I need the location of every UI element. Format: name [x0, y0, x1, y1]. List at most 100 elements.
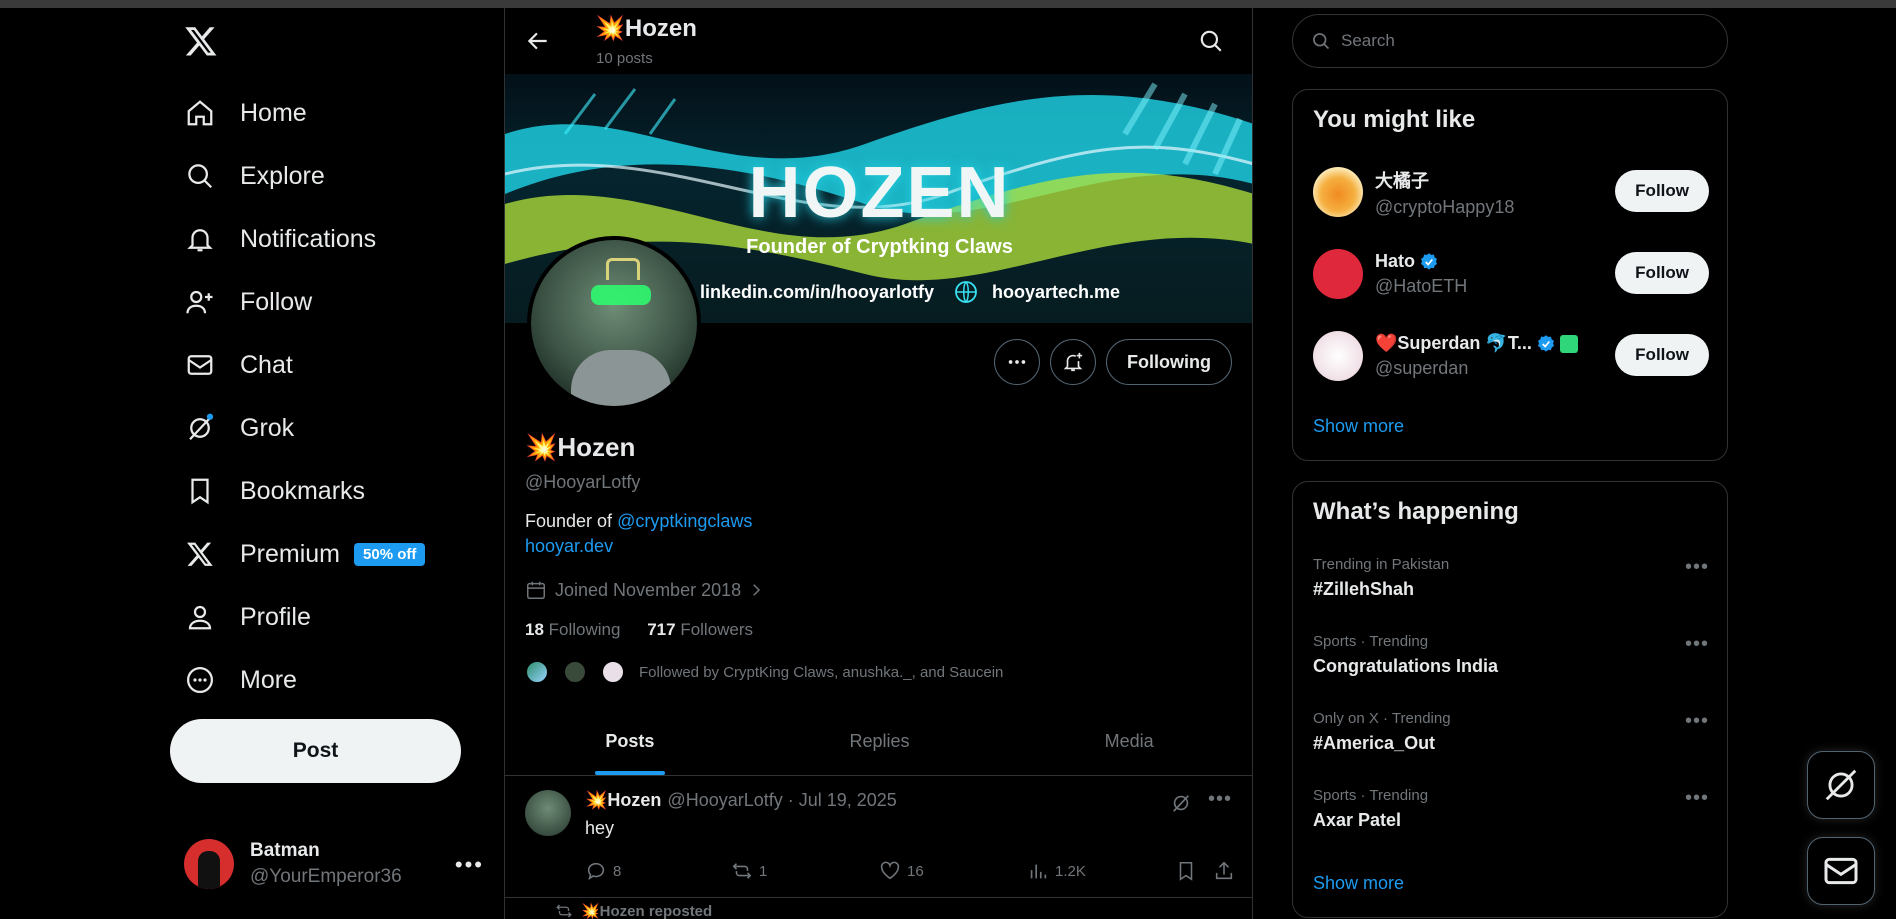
repost-indicator: 💥Hozen reposted [555, 902, 712, 919]
profile-website-link[interactable]: hooyar.dev [525, 536, 613, 557]
trend-item[interactable]: Sports · Trending Axar Patel ••• [1313, 787, 1709, 847]
nav-more[interactable]: More [184, 654, 297, 706]
notify-button[interactable] [1050, 339, 1097, 385]
follow-button[interactable]: Follow [1615, 170, 1709, 212]
tab-media[interactable]: Media [1004, 708, 1252, 775]
nav-notifications-label: Notifications [240, 224, 377, 253]
tweet-author-name[interactable]: 💥Hozen [585, 790, 661, 811]
followers-count-link[interactable]: 717 Followers [647, 620, 753, 639]
nav-notifications[interactable]: Notifications [184, 213, 376, 265]
search-icon [184, 160, 216, 192]
verified-badge-icon [1537, 334, 1554, 352]
search-input[interactable] [1341, 31, 1701, 51]
repost-icon [732, 863, 752, 879]
banner-linkedin-text: linkedin.com/in/hooyarlotfy [700, 281, 935, 302]
more-dots-icon[interactable]: ••• [1685, 633, 1709, 656]
bookmark-button[interactable] [1175, 860, 1197, 882]
profile-avatar[interactable] [527, 236, 701, 410]
nav-bookmarks[interactable]: Bookmarks [184, 465, 365, 517]
account-switcher[interactable]: Batman @YourEmperor36 ••• [184, 836, 484, 892]
following-count-link[interactable]: 18 Following [525, 620, 620, 639]
whats-happening-card: What’s happening Trending in Pakistan #Z… [1292, 481, 1728, 918]
grok-floating-button[interactable] [1807, 751, 1875, 819]
search-bar[interactable] [1292, 14, 1728, 68]
tweet-meta: @HooyarLotfy · Jul 19, 2025 [667, 790, 897, 810]
x-logo-icon[interactable] [184, 24, 220, 60]
avatar [563, 660, 587, 684]
followers-label: Followers [680, 620, 754, 639]
following-button[interactable]: Following [1106, 339, 1232, 385]
followed-by[interactable]: Followed by CryptKing Claws, anushka._, … [525, 660, 1003, 684]
globe-icon [954, 280, 978, 304]
nav-grok[interactable]: Grok [184, 402, 294, 454]
bio-mention-link[interactable]: @cryptkingclaws [617, 511, 752, 531]
nav-more-label: More [240, 665, 297, 694]
tab-posts[interactable]: Posts [505, 708, 755, 775]
following-label: Following [548, 620, 621, 639]
reply-icon [587, 862, 605, 881]
suggested-user[interactable]: ❤️Superdan 🐬T... @superdan Follow [1313, 328, 1709, 384]
search-icon[interactable] [1198, 28, 1224, 54]
follow-button[interactable]: Follow [1615, 334, 1709, 376]
trend-context: Sports · Trending [1313, 787, 1429, 804]
suggested-user-handle: @cryptoHappy18 [1375, 196, 1515, 217]
grok-icon[interactable] [1170, 792, 1192, 819]
like-button[interactable]: 16 [879, 860, 924, 882]
follow-stats: 18 Following 717 Followers [525, 620, 753, 640]
more-dots-icon[interactable]: ••• [1685, 787, 1709, 810]
bell-icon [184, 223, 216, 255]
nav-follow-label: Follow [240, 287, 313, 316]
view-count: 1.2K [1055, 862, 1086, 880]
repost-button[interactable]: 1 [731, 860, 767, 882]
more-options-button[interactable] [994, 339, 1041, 385]
suggested-user[interactable]: Hato @HatoETH Follow [1313, 246, 1709, 302]
trend-item[interactable]: Only on X · Trending #America_Out ••• [1313, 710, 1709, 770]
bookmark-icon [184, 475, 216, 507]
joined-date[interactable]: Joined November 2018 [525, 579, 765, 601]
followed-by-text: Followed by CryptKing Claws, anushka._, … [639, 663, 1004, 681]
nav-chat[interactable]: Chat [184, 339, 293, 391]
trend-item[interactable]: Trending in Pakistan #ZillehShah ••• [1313, 556, 1709, 616]
trend-name: Congratulations India [1313, 656, 1499, 676]
profile-column: 💥Hozen 10 posts HOZEN Founder of Cryptki… [504, 8, 1253, 919]
more-dots-icon[interactable]: ••• [1685, 710, 1709, 733]
person-icon [184, 601, 216, 633]
reply-count: 8 [613, 862, 622, 880]
nav-profile[interactable]: Profile [184, 591, 311, 643]
reply-button[interactable]: 8 [585, 860, 621, 882]
trend-item[interactable]: Sports · Trending Congratulations India … [1313, 633, 1709, 693]
post-button[interactable]: Post [170, 719, 461, 783]
nav-follow[interactable]: Follow [184, 276, 312, 328]
verified-badge-icon [1421, 252, 1437, 270]
nav-premium[interactable]: Premium 50% off [184, 528, 426, 580]
profile-actions: Following [994, 339, 1232, 385]
back-arrow-icon[interactable] [525, 28, 551, 54]
profile-name: 💥Hozen [525, 432, 636, 462]
avatar[interactable] [525, 790, 571, 836]
avatar [184, 839, 234, 889]
more-dots-icon [1008, 360, 1026, 364]
repost-indicator-text[interactable]: 💥Hozen reposted [581, 902, 712, 919]
share-button[interactable] [1213, 860, 1235, 882]
show-more-link[interactable]: Show more [1313, 873, 1404, 894]
repost-count: 1 [759, 862, 768, 880]
follow-button[interactable]: Follow [1615, 252, 1709, 294]
trend-context: Sports · Trending [1313, 633, 1429, 650]
show-more-link[interactable]: Show more [1313, 416, 1404, 437]
nav-explore[interactable]: Explore [184, 150, 325, 202]
page-title: 💥Hozen [595, 15, 697, 42]
suggested-user-name-text: ❤️Superdan 🐬T... [1375, 333, 1532, 353]
more-dots-icon[interactable]: ••• [455, 852, 484, 878]
messages-floating-button[interactable] [1807, 837, 1875, 905]
views-button[interactable]: 1.2K [1027, 860, 1086, 882]
tweet[interactable]: 💥Hozen @HooyarLotfy · Jul 19, 2025 ••• h… [505, 776, 1252, 898]
nav-home[interactable]: Home [184, 87, 307, 139]
repost-icon [556, 904, 572, 918]
followers-count: 717 [647, 620, 676, 639]
suggested-user[interactable]: 大橘子 @cryptoHappy18 Follow [1313, 164, 1709, 220]
avatar-visor [591, 285, 651, 305]
tab-replies[interactable]: Replies [755, 708, 1005, 775]
more-dots-icon[interactable]: ••• [1685, 556, 1709, 579]
avatar [525, 660, 549, 684]
more-dots-icon[interactable]: ••• [1208, 788, 1232, 811]
